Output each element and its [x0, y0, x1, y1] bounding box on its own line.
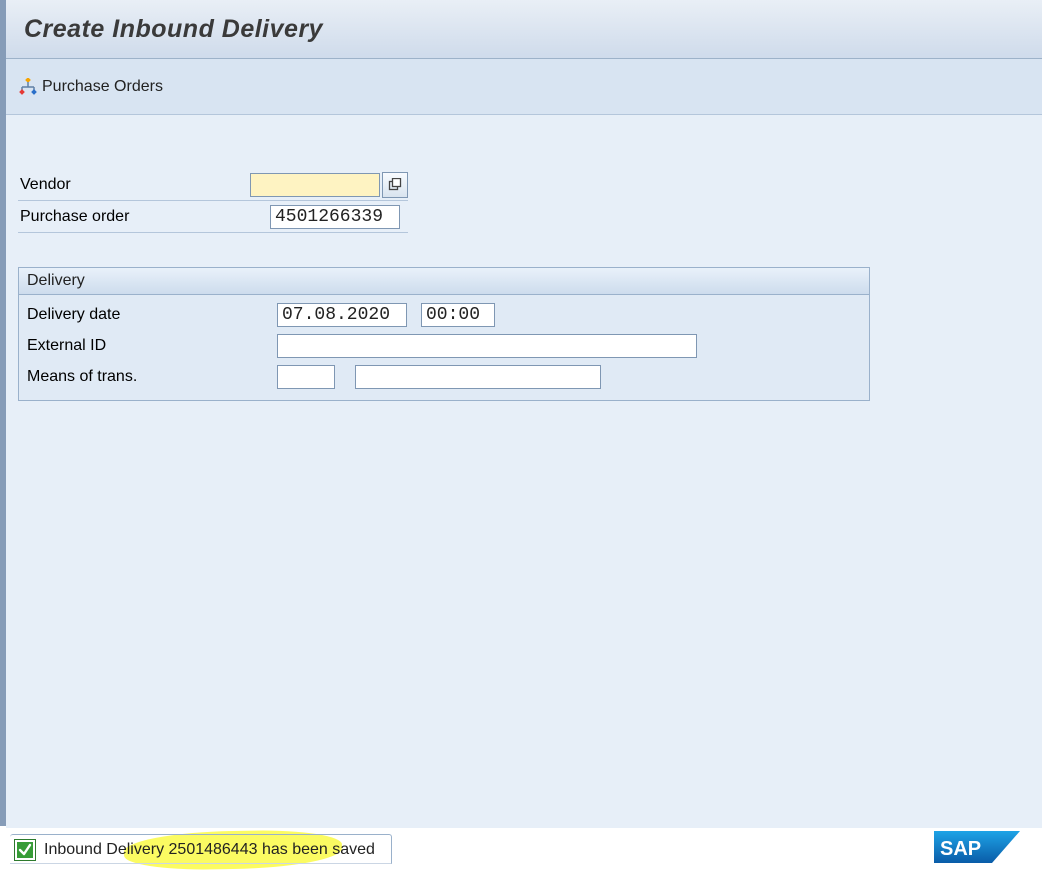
- purchase-order-input[interactable]: [270, 205, 400, 229]
- row-external-id: External ID: [25, 330, 863, 361]
- row-delivery-date: Delivery date: [25, 299, 863, 330]
- purchase-orders-button[interactable]: Purchase Orders: [12, 76, 169, 98]
- delivery-group-title: Delivery: [19, 268, 869, 295]
- status-message-text: Inbound Delivery 2501486443 has been sav…: [44, 841, 375, 859]
- vendor-input[interactable]: [250, 173, 380, 197]
- row-means-of-transport: Means of trans.: [25, 361, 863, 392]
- delivery-group: Delivery Delivery date External ID: [18, 267, 870, 401]
- means-of-transport-text-input[interactable]: [355, 365, 601, 389]
- status-bar: Inbound Delivery 2501486443 has been sav…: [6, 826, 1042, 871]
- delivery-time-input[interactable]: [421, 303, 495, 327]
- app-frame: Create Inbound Delivery Purchase Orders: [0, 0, 1042, 826]
- success-icon: [14, 839, 36, 861]
- sap-logo: SAP: [934, 827, 1024, 871]
- vendor-search-help-button[interactable]: [382, 172, 408, 198]
- means-of-transport-label: Means of trans.: [25, 368, 277, 386]
- external-id-label: External ID: [25, 337, 277, 355]
- row-purchase-order: Purchase order: [18, 201, 408, 233]
- title-bar: Create Inbound Delivery: [6, 0, 1042, 59]
- status-message-wrap: Inbound Delivery 2501486443 has been sav…: [10, 834, 392, 864]
- vendor-label: Vendor: [18, 176, 250, 194]
- toolbar: Purchase Orders: [6, 59, 1042, 115]
- means-of-transport-code-input[interactable]: [277, 365, 335, 389]
- hierarchy-icon: [18, 78, 38, 96]
- delivery-date-label: Delivery date: [25, 306, 277, 324]
- purchase-orders-label: Purchase Orders: [42, 78, 163, 96]
- delivery-date-input[interactable]: [277, 303, 407, 327]
- delivery-group-body: Delivery date External ID Means of trans…: [19, 295, 869, 400]
- header-form: Vendor Purchase order: [18, 169, 1030, 233]
- external-id-input[interactable]: [277, 334, 697, 358]
- page-title: Create Inbound Delivery: [24, 15, 323, 44]
- content-area: Vendor Purchase order: [6, 115, 1042, 828]
- svg-text:SAP: SAP: [940, 838, 981, 860]
- overlap-squares-icon: [388, 178, 402, 192]
- purchase-order-label: Purchase order: [18, 208, 270, 226]
- row-vendor: Vendor: [18, 169, 408, 201]
